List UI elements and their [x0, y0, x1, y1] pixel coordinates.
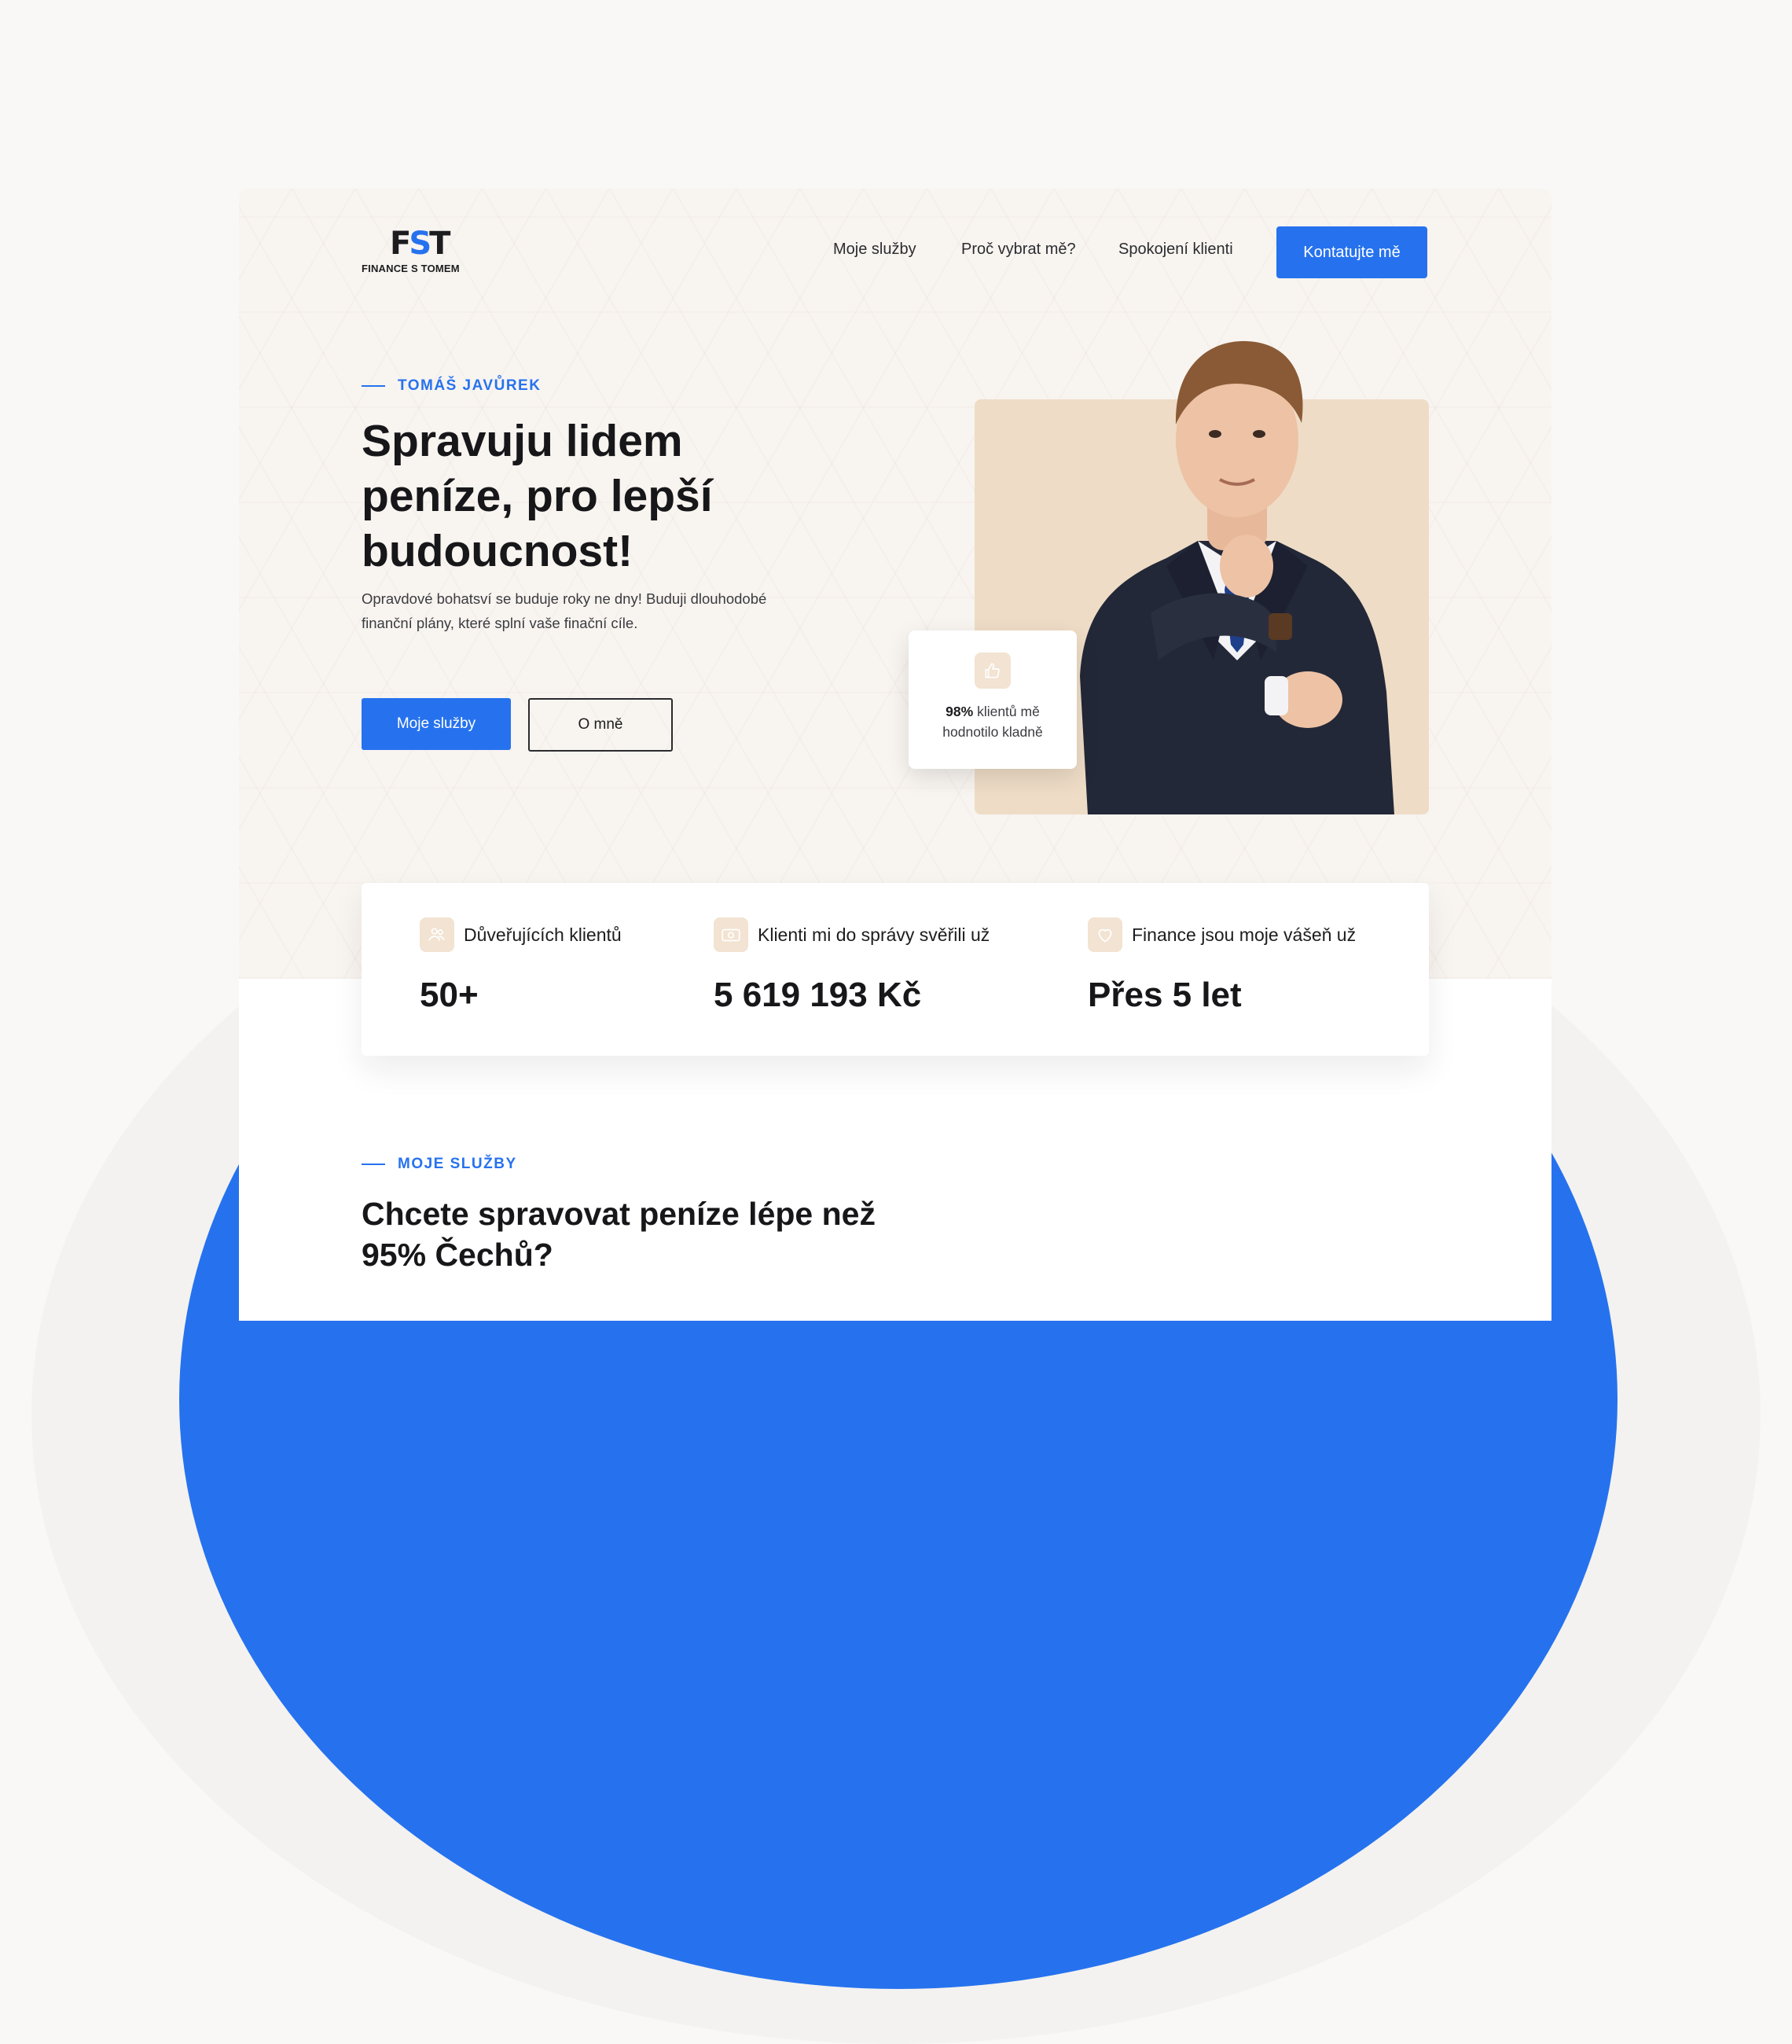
eyebrow-line [362, 385, 385, 387]
stat-managed-label: Klienti mi do správy svěřili už [758, 924, 990, 945]
rating-card: 98% klientů mě hodnotilo kladně [909, 630, 1077, 769]
contact-button[interactable]: Kontatujte mě [1276, 226, 1427, 278]
stat-clients-label: Důveřujících klientů [464, 924, 622, 945]
stat-passion-value: Přes 5 let [1088, 976, 1242, 1014]
stat-clients: Důveřujících klientů 50+ [420, 917, 622, 1015]
stat-passion-label: Finance jsou moje vášeň už [1132, 924, 1357, 945]
logo-mark: FST [390, 226, 450, 262]
rating-percent: 98% [946, 704, 974, 719]
rating-text: 98% klientů mě hodnotilo kladně [909, 701, 1077, 742]
person-photo [1041, 330, 1418, 814]
stat-managed-value: 5 619 193 Kč [714, 976, 922, 1014]
website-frame: FST FINANCE S TOMEM Moje služby Proč vyb… [239, 189, 1551, 1321]
eyebrow-line [362, 1164, 385, 1165]
heart-icon [1088, 917, 1122, 952]
nav-item-services[interactable]: Moje služby [833, 241, 916, 259]
about-button[interactable]: O mně [528, 698, 673, 752]
stat-managed: Klienti mi do správy svěřili už 5 619 19… [714, 917, 990, 1015]
hero-description: Opravdové bohatsví se buduje roky ne dny… [362, 590, 767, 631]
logo-text: FINANCE S TOMEM [362, 263, 460, 274]
hero-title: Spravuju lidem peníze, pro lepší budoucn… [362, 416, 713, 576]
thumbs-up-icon [975, 653, 1011, 689]
stat-passion: Finance jsou moje vášeň už Přes 5 let [1088, 917, 1356, 1015]
stats-card: Důveřujících klientů 50+ Klienti mi do s… [362, 883, 1429, 1056]
nav-item-why-me[interactable]: Proč vybrat mě? [961, 241, 1076, 259]
users-icon [420, 917, 454, 952]
rating-text-line2: hodnotilo kladně [942, 724, 1043, 740]
rating-text-line1: klientů mě [977, 704, 1040, 719]
services-eyebrow-text: MOJE SLUŽBY [398, 1156, 517, 1172]
nav-item-clients[interactable]: Spokojení klienti [1118, 241, 1233, 259]
logo[interactable]: FST FINANCE S TOMEM [362, 228, 479, 283]
hero-eyebrow-text: TOMÁŠ JAVŮREK [398, 377, 542, 394]
stat-clients-value: 50+ [420, 976, 479, 1014]
services-button[interactable]: Moje služby [362, 698, 511, 750]
services-eyebrow: MOJE SLUŽBY [362, 1156, 517, 1173]
hero-eyebrow: TOMÁŠ JAVŮREK [362, 377, 541, 395]
services-title: Chcete spravovat peníze lépe než 95% Čec… [362, 1196, 876, 1273]
money-icon [714, 917, 748, 952]
